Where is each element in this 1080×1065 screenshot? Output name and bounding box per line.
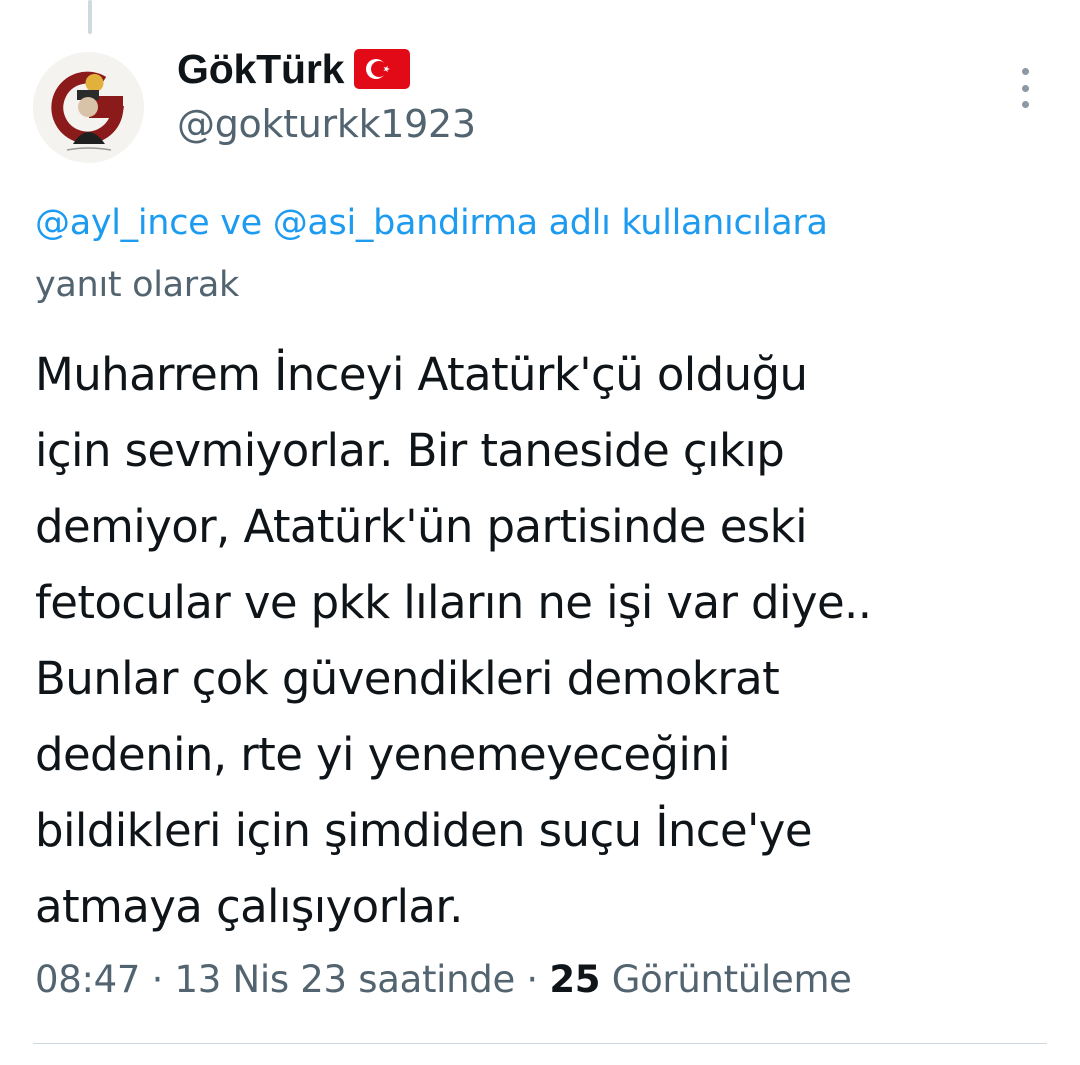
thread-connector-line (88, 0, 92, 34)
divider (33, 1043, 1047, 1044)
tweet-text-line: atmaya çalışıyorlar. (35, 880, 463, 933)
mention-link[interactable]: @asi_bandirma (273, 203, 538, 243)
avatar-image (33, 52, 144, 163)
tweet-text-line: için sevmiyorlar. Bir taneside çıkıp (35, 424, 785, 477)
tweet-text: Muharrem İnceyi Atatürk'çü olduğu için s… (35, 337, 1065, 945)
reply-connector: ve (220, 203, 262, 243)
display-name-row: GökTürk (177, 44, 476, 94)
views-label[interactable]: Görüntüleme (612, 958, 852, 1001)
views-count[interactable]: 25 (549, 958, 600, 1001)
reply-label: yanıt olarak (35, 265, 240, 305)
tweet-metadata: 08:47 · 13 Nis 23 saatinde · 25 Görüntül… (35, 950, 852, 1010)
more-vertical-icon-dot (1021, 101, 1029, 108)
display-name[interactable]: GökTürk (177, 46, 344, 93)
user-handle[interactable]: @gokturkk1923 (177, 102, 476, 146)
author-info: GökTürk @gokturkk1923 (177, 44, 476, 147)
mention-link[interactable]: @ayl_ince (35, 203, 210, 243)
turkey-flag-icon (354, 49, 411, 89)
avatar[interactable] (33, 52, 144, 163)
tweet-text-line: Muharrem İnceyi Atatürk'çü olduğu (35, 348, 808, 401)
more-options-button[interactable] (1010, 68, 1040, 108)
tweet-detail: GökTürk @gokturkk1923 @ayl_ince ve @asi_… (0, 0, 1080, 1065)
tweet-text-line: demiyor, Atatürk'ün partisinde eski (35, 500, 808, 553)
reply-suffix: adlı kullanıcılara (548, 203, 828, 243)
tweet-text-line: bildikleri için şimdiden suçu İnce'ye (35, 804, 813, 857)
tweet-time[interactable]: 08:47 (35, 958, 140, 1001)
more-vertical-icon-dot (1021, 84, 1029, 92)
tweet-date[interactable]: 13 Nis 23 saatinde (175, 958, 516, 1001)
tweet-text-line: fetocular ve pkk lıların ne işi var diye… (35, 576, 872, 629)
meta-separator: · (151, 958, 164, 1001)
meta-separator: · (526, 958, 538, 1001)
tweet-text-line: Bunlar çok güvendikleri demokrat (35, 652, 780, 705)
more-vertical-icon (1021, 68, 1029, 75)
tweet-text-line: dedenin, rte yi yenemeyeceğini (35, 728, 731, 781)
reply-context: @ayl_ince ve @asi_bandirma adlı kullanıc… (35, 192, 1045, 316)
